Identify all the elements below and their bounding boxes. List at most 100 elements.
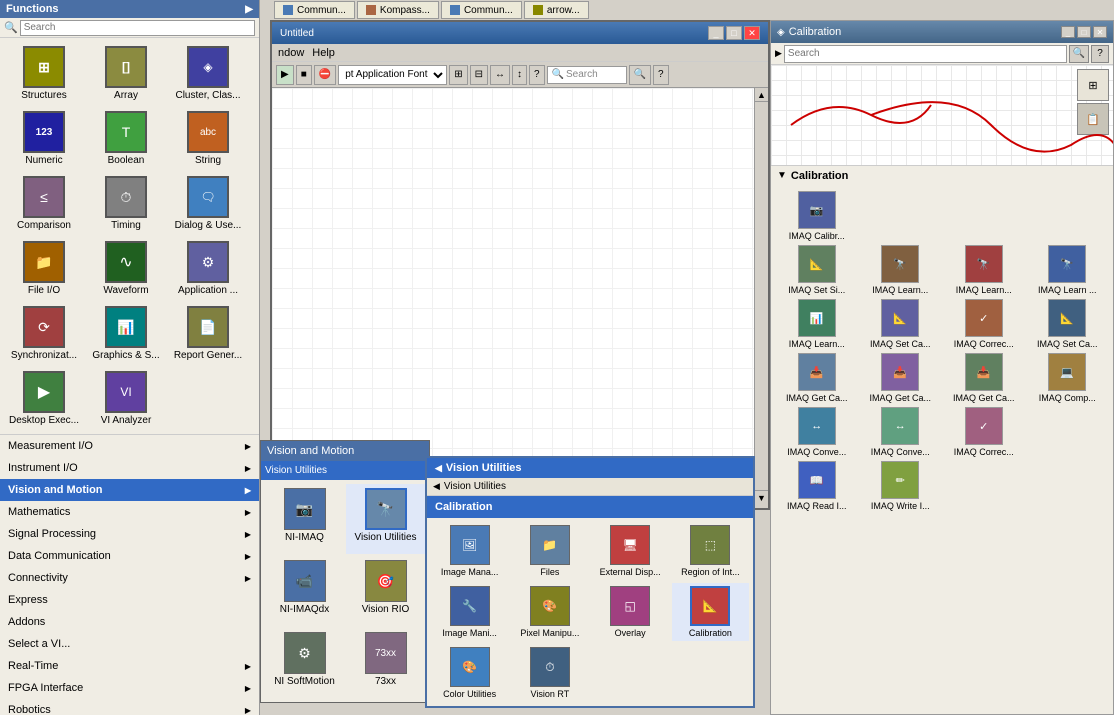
submenu-ni-softmotion[interactable]: ⚙ NI SoftMotion [265,628,344,698]
cal-icon-get-ca-1[interactable]: 📥 IMAQ Get Ca... [777,353,857,403]
menu-measurement-io[interactable]: Measurement I/O ▶ [0,435,259,457]
vu-icon-color-utilities[interactable]: 🎨 Color Utilities [431,644,508,702]
submenu-73xx[interactable]: 73xx 73xx [346,628,425,698]
submenu-ni-imaqds[interactable]: 📹 NI-IMAQdx [265,556,344,626]
menu-select-vi[interactable]: Select a VI... [0,633,259,655]
menu-signal-processing[interactable]: Signal Processing ▶ [0,523,259,545]
icon-comparison[interactable]: ≤ Comparison [4,172,84,235]
icon-graphics[interactable]: 📊 Graphics & S... [86,302,166,365]
vu-icon-pixel-mani[interactable]: 🎨 Pixel Manipu... [511,583,588,641]
icon-boolean[interactable]: T Boolean [86,107,166,170]
icon-fileio[interactable]: 📁 File I/O [4,237,84,300]
abort-button[interactable]: ■ [296,65,312,85]
icon-string[interactable]: abc String [168,107,248,170]
vu-icon-overlay[interactable]: ◱ Overlay [592,583,669,641]
cal-help-button[interactable]: ? [1091,45,1109,63]
icon-structures[interactable]: ⊞ Structures [4,42,84,105]
icon-timing[interactable]: ⏱ Timing [86,172,166,235]
submenu-vision-utilities[interactable]: 🔭 Vision Utilities [346,484,425,554]
vi-analyzer-icon: VI [105,371,147,413]
cal-icon-write-i[interactable]: ✏ IMAQ Write I... [861,461,941,511]
vu-icon-region-of-int[interactable]: ⬚ Region of Int... [672,522,749,580]
icon-report[interactable]: 📄 Report Gener... [168,302,248,365]
menu-vision-motion[interactable]: Vision and Motion ▶ [0,479,259,501]
cal-icon-calibr[interactable]: 📷 IMAQ Calibr... [777,191,857,241]
minimize-button[interactable]: _ [708,26,724,40]
scroll-up-btn[interactable]: ▲ [755,88,768,102]
menu-addons[interactable]: Addons [0,611,259,633]
browser-tab-2[interactable]: Kompass... [357,1,439,19]
vu-icon-image-mani[interactable]: 🔧 Image Mani... [431,583,508,641]
cal-icon-read-i[interactable]: 📖 IMAQ Read I... [777,461,857,511]
cal-icon-correc-2[interactable]: ✓ IMAQ Correc... [944,407,1024,457]
reorder-button[interactable]: ↕ [512,65,527,85]
toolbar-search-btn[interactable]: 🔍 [629,65,651,85]
submenu-ni-imaq[interactable]: 📷 NI-IMAQ [265,484,344,554]
cal-icon-get-ca-3[interactable]: 📥 IMAQ Get Ca... [944,353,1024,403]
cal-icon-learn-4[interactable]: 📊 IMAQ Learn... [777,299,857,349]
close-button[interactable]: ✕ [744,26,760,40]
cal-search-button[interactable]: 🔍 [1069,45,1089,63]
browser-tab-4[interactable]: arrow... [524,1,589,19]
menu-express[interactable]: Express [0,589,259,611]
menu-mathematics[interactable]: Mathematics ▶ [0,501,259,523]
menu-real-time[interactable]: Real-Time ▶ [0,655,259,677]
cal-icon-conve-1[interactable]: ↔ IMAQ Conve... [777,407,857,457]
menu-instrument-io[interactable]: Instrument I/O ▶ [0,457,259,479]
menu-robotics[interactable]: Robotics ▶ [0,699,259,715]
cal-icon-comp[interactable]: 💻 IMAQ Comp... [1028,353,1108,403]
icon-dialog[interactable]: 🗨 Dialog & Use... [168,172,248,235]
vu-icon-calibration[interactable]: 📐 Calibration [672,583,749,641]
cal-icon-learn-2[interactable]: 🔭 IMAQ Learn... [944,245,1024,295]
vu-icon-external-disp[interactable]: 🖥 External Disp... [592,522,669,580]
menu-connectivity[interactable]: Connectivity ▶ [0,567,259,589]
cal-close-btn[interactable]: ✕ [1093,26,1107,38]
menu-ndow[interactable]: ndow [278,47,304,59]
search-input[interactable] [20,20,255,36]
help-question-button[interactable]: ? [529,65,545,85]
run-button[interactable]: ▶ [276,65,294,85]
cal-search-input[interactable] [784,45,1067,63]
cal-icon-correc-1[interactable]: ✓ IMAQ Correc... [944,299,1024,349]
submenu-vision-rio[interactable]: 🎯 Vision RIO [346,556,425,626]
icon-array[interactable]: [] Array [86,42,166,105]
align-button[interactable]: ⊞ [449,65,467,85]
vu-icon-vision-rt[interactable]: ⏱ Vision RT [511,644,588,702]
cal-icon-get-ca-2[interactable]: 📥 IMAQ Get Ca... [861,353,941,403]
icon-waveform[interactable]: ∿ Waveform [86,237,166,300]
cal-icon-learn-3[interactable]: 🔭 IMAQ Learn ... [1028,245,1108,295]
cal-icon-set-ca-2[interactable]: 📐 IMAQ Set Ca... [1028,299,1108,349]
scroll-down-btn[interactable]: ▼ [755,490,768,504]
icon-sync[interactable]: ⟳ Synchronizat... [4,302,84,365]
distribute-button[interactable]: ⊟ [470,65,488,85]
menu-fpga[interactable]: FPGA Interface ▶ [0,677,259,699]
icon-numeric[interactable]: 123 Numeric [4,107,84,170]
vertical-scrollbar[interactable]: ▲ ▼ [754,88,768,504]
vu-icon-files[interactable]: 📁 Files [511,522,588,580]
cal-icon-learn-1[interactable]: 🔭 IMAQ Learn... [861,245,941,295]
toolbar-help-btn[interactable]: ? [653,65,669,85]
icon-desktop-exec[interactable]: ▶ Desktop Exec... [4,367,84,430]
overlay-icon: ◱ [610,586,650,626]
color-utilities-label: Color Utilities [443,689,496,699]
debug-button[interactable]: ⛔ [314,65,336,85]
resize-button[interactable]: ↔ [490,65,510,85]
imaq-set-si-icon: 📐 [798,245,836,283]
cal-icon-set-si[interactable]: 📐 IMAQ Set Si... [777,245,857,295]
icon-application[interactable]: ⚙ Application ... [168,237,248,300]
cal-icon-conve-2[interactable]: ↔ IMAQ Conve... [861,407,941,457]
cal-minimize-btn[interactable]: _ [1061,26,1075,38]
menu-data-communication[interactable]: Data Communication ▶ [0,545,259,567]
browser-tab-3[interactable]: Commun... [441,1,522,19]
cal-icon-set-ca-1[interactable]: 📐 IMAQ Set Ca... [861,299,941,349]
font-select[interactable]: pt Application Font [338,65,447,85]
maximize-button[interactable]: □ [726,26,742,40]
browser-tab-1[interactable]: Commun... [274,1,355,19]
icon-cluster[interactable]: ◈ Cluster, Clas... [168,42,248,105]
menu-help[interactable]: Help [312,47,335,59]
cal-restore-btn[interactable]: □ [1077,26,1091,38]
icon-vi-analyzer[interactable]: VI VI Analyzer [86,367,166,430]
vu-icon-image-mana[interactable]: 🖼 Image Mana... [431,522,508,580]
arrow-icon-2: ▶ [245,486,251,495]
calibration-section-title: Calibration [435,501,492,513]
